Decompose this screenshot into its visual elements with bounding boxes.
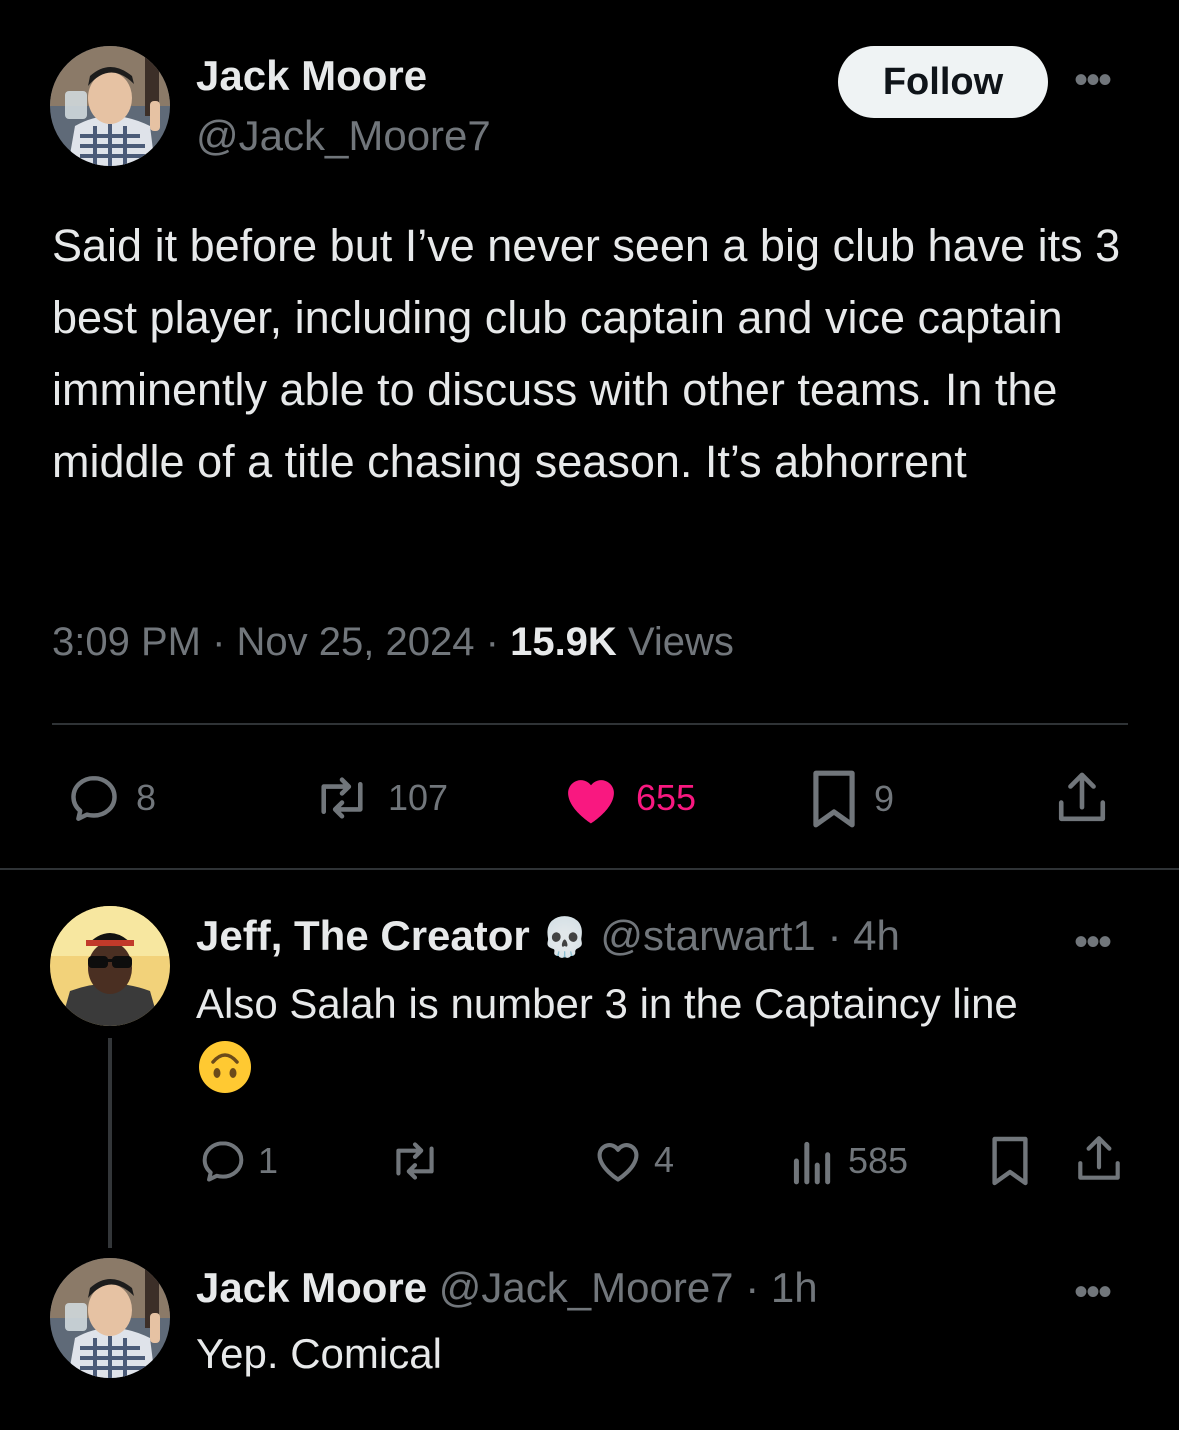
more-options-icon[interactable]: ••• <box>1074 922 1112 962</box>
reply-header: Jack Moore @Jack_Moore7 · 1h <box>196 1264 818 1312</box>
share-button[interactable] <box>1054 768 1110 828</box>
like-count: 4 <box>654 1139 675 1180</box>
reply-icon <box>71 775 117 821</box>
repost-button[interactable] <box>386 1136 444 1186</box>
meta-separator: · <box>485 620 499 664</box>
bookmark-icon <box>813 770 855 828</box>
reply-icon <box>202 1141 244 1182</box>
reply-time[interactable]: · 4h <box>827 912 899 959</box>
share-icon <box>1078 1136 1120 1180</box>
reply-author-name[interactable]: Jeff, The Creator <box>196 912 530 959</box>
reply-count: 8 <box>136 777 157 818</box>
reply-author-handle[interactable]: @starwart1 <box>600 912 815 959</box>
more-options-icon[interactable]: ••• <box>1074 60 1112 100</box>
heart-icon <box>597 1143 639 1182</box>
views-label: Views <box>627 620 734 664</box>
reply-count: 1 <box>258 1140 279 1181</box>
author-handle[interactable]: @Jack_Moore7 <box>196 112 491 160</box>
reply-header: Jeff, The Creator 💀 @starwart1 · 4h <box>196 912 900 960</box>
bookmark-button[interactable] <box>988 1134 1032 1188</box>
author-name[interactable]: Jack Moore <box>196 52 427 100</box>
divider <box>52 723 1128 725</box>
tweet-date[interactable]: Nov 25, 2024 <box>237 620 475 664</box>
bookmark-button[interactable]: 9 <box>808 768 894 830</box>
reply-avatar[interactable] <box>50 906 170 1026</box>
tweet-text: Said it before but I’ve never seen a big… <box>52 220 1121 487</box>
share-icon <box>1058 772 1106 822</box>
meta-separator: · <box>212 620 226 664</box>
tweet-meta: 3:09 PM · Nov 25, 2024 · 15.9K Views <box>52 620 734 665</box>
reply-avatar[interactable] <box>50 1258 170 1378</box>
reply-button[interactable]: 8 <box>66 770 156 826</box>
repost-icon <box>396 1142 434 1180</box>
upside-down-face-icon <box>198 1040 252 1099</box>
views-count: 585 <box>848 1140 909 1181</box>
reply-time[interactable]: · 1h <box>745 1264 817 1311</box>
divider <box>0 868 1179 870</box>
views-count: 15.9K <box>510 620 617 664</box>
skull-emoji-icon: 💀 <box>541 917 589 959</box>
views-button[interactable]: 585 <box>788 1136 908 1186</box>
reply-text: Also Salah is number 3 in the Captaincy … <box>196 980 1018 1027</box>
bookmark-count: 9 <box>874 778 895 819</box>
thread-line <box>108 1038 112 1248</box>
reply-author-name[interactable]: Jack Moore <box>196 1264 427 1311</box>
bookmark-icon <box>992 1136 1028 1186</box>
like-count: 655 <box>636 777 697 818</box>
like-button[interactable]: 4 <box>592 1136 674 1184</box>
reply-button[interactable]: 1 <box>198 1136 278 1186</box>
like-button[interactable]: 655 <box>560 770 696 826</box>
reply-text: Yep. Comical <box>196 1330 442 1377</box>
analytics-icon <box>793 1141 831 1185</box>
author-avatar[interactable] <box>50 46 170 166</box>
reply-author-handle[interactable]: @Jack_Moore7 <box>439 1264 734 1311</box>
share-button[interactable] <box>1074 1132 1124 1186</box>
repost-icon <box>321 777 363 819</box>
repost-count: 107 <box>388 777 449 818</box>
tweet-time[interactable]: 3:09 PM <box>52 620 201 664</box>
follow-button[interactable]: Follow <box>838 46 1048 118</box>
more-options-icon[interactable]: ••• <box>1074 1272 1112 1312</box>
heart-filled-icon <box>568 780 614 824</box>
repost-button[interactable]: 107 <box>310 770 448 826</box>
